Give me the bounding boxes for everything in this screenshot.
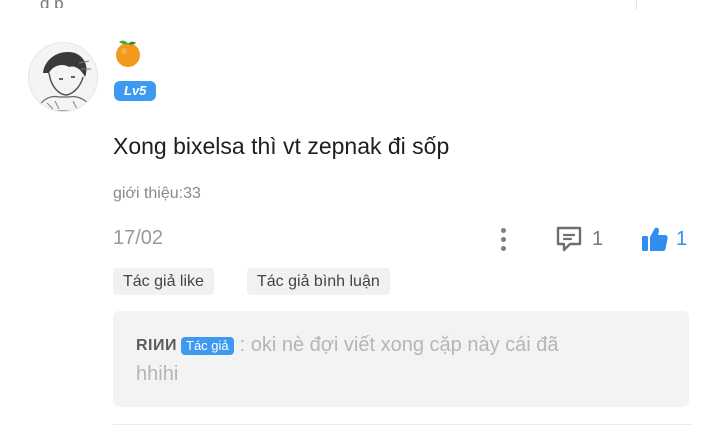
reply-count: 1	[592, 227, 604, 250]
level-badge: Lv5	[114, 81, 157, 101]
comment-intro: giới thiệu:33	[113, 185, 201, 202]
reply-text: : oki nè đợi viết xong cặp này cái đã	[239, 334, 559, 356]
comment-text: Xong bixelsa thì vt zepnak đi sốp	[113, 133, 450, 159]
more-options-button[interactable]	[497, 226, 509, 252]
reply-preview[interactable]: RIИИ Tác giả : oki nè đợi viết xong cặp …	[113, 311, 689, 407]
bottom-divider	[113, 424, 693, 425]
reply-text-continued: hhihi	[136, 363, 179, 385]
like-count: 1	[676, 227, 688, 250]
avatar[interactable]	[28, 42, 98, 112]
tangerine-icon	[113, 38, 143, 68]
avatar-sketch-icon	[29, 43, 97, 111]
reply-button[interactable]: 1	[554, 224, 603, 254]
comment-date: 17/02	[113, 227, 164, 249]
author-liked-tag[interactable]: Tác giả like	[113, 268, 214, 295]
author-replied-tag[interactable]: Tác giả bình luận	[247, 268, 390, 295]
more-vertical-icon	[497, 228, 509, 251]
author-badge: Tác giả	[181, 336, 234, 355]
reply-first-line: RIИИ Tác giả : oki nè đợi viết xong cặp …	[136, 334, 559, 357]
comment-icon	[556, 226, 582, 252]
previous-comment-text: g p	[40, 0, 64, 8]
reply-author-name[interactable]: RIИИ	[136, 337, 177, 355]
previous-comment-fragment: g p	[0, 0, 712, 8]
like-button[interactable]: 1	[640, 224, 687, 254]
thumbs-up-icon	[642, 227, 668, 251]
top-divider	[636, 0, 637, 10]
